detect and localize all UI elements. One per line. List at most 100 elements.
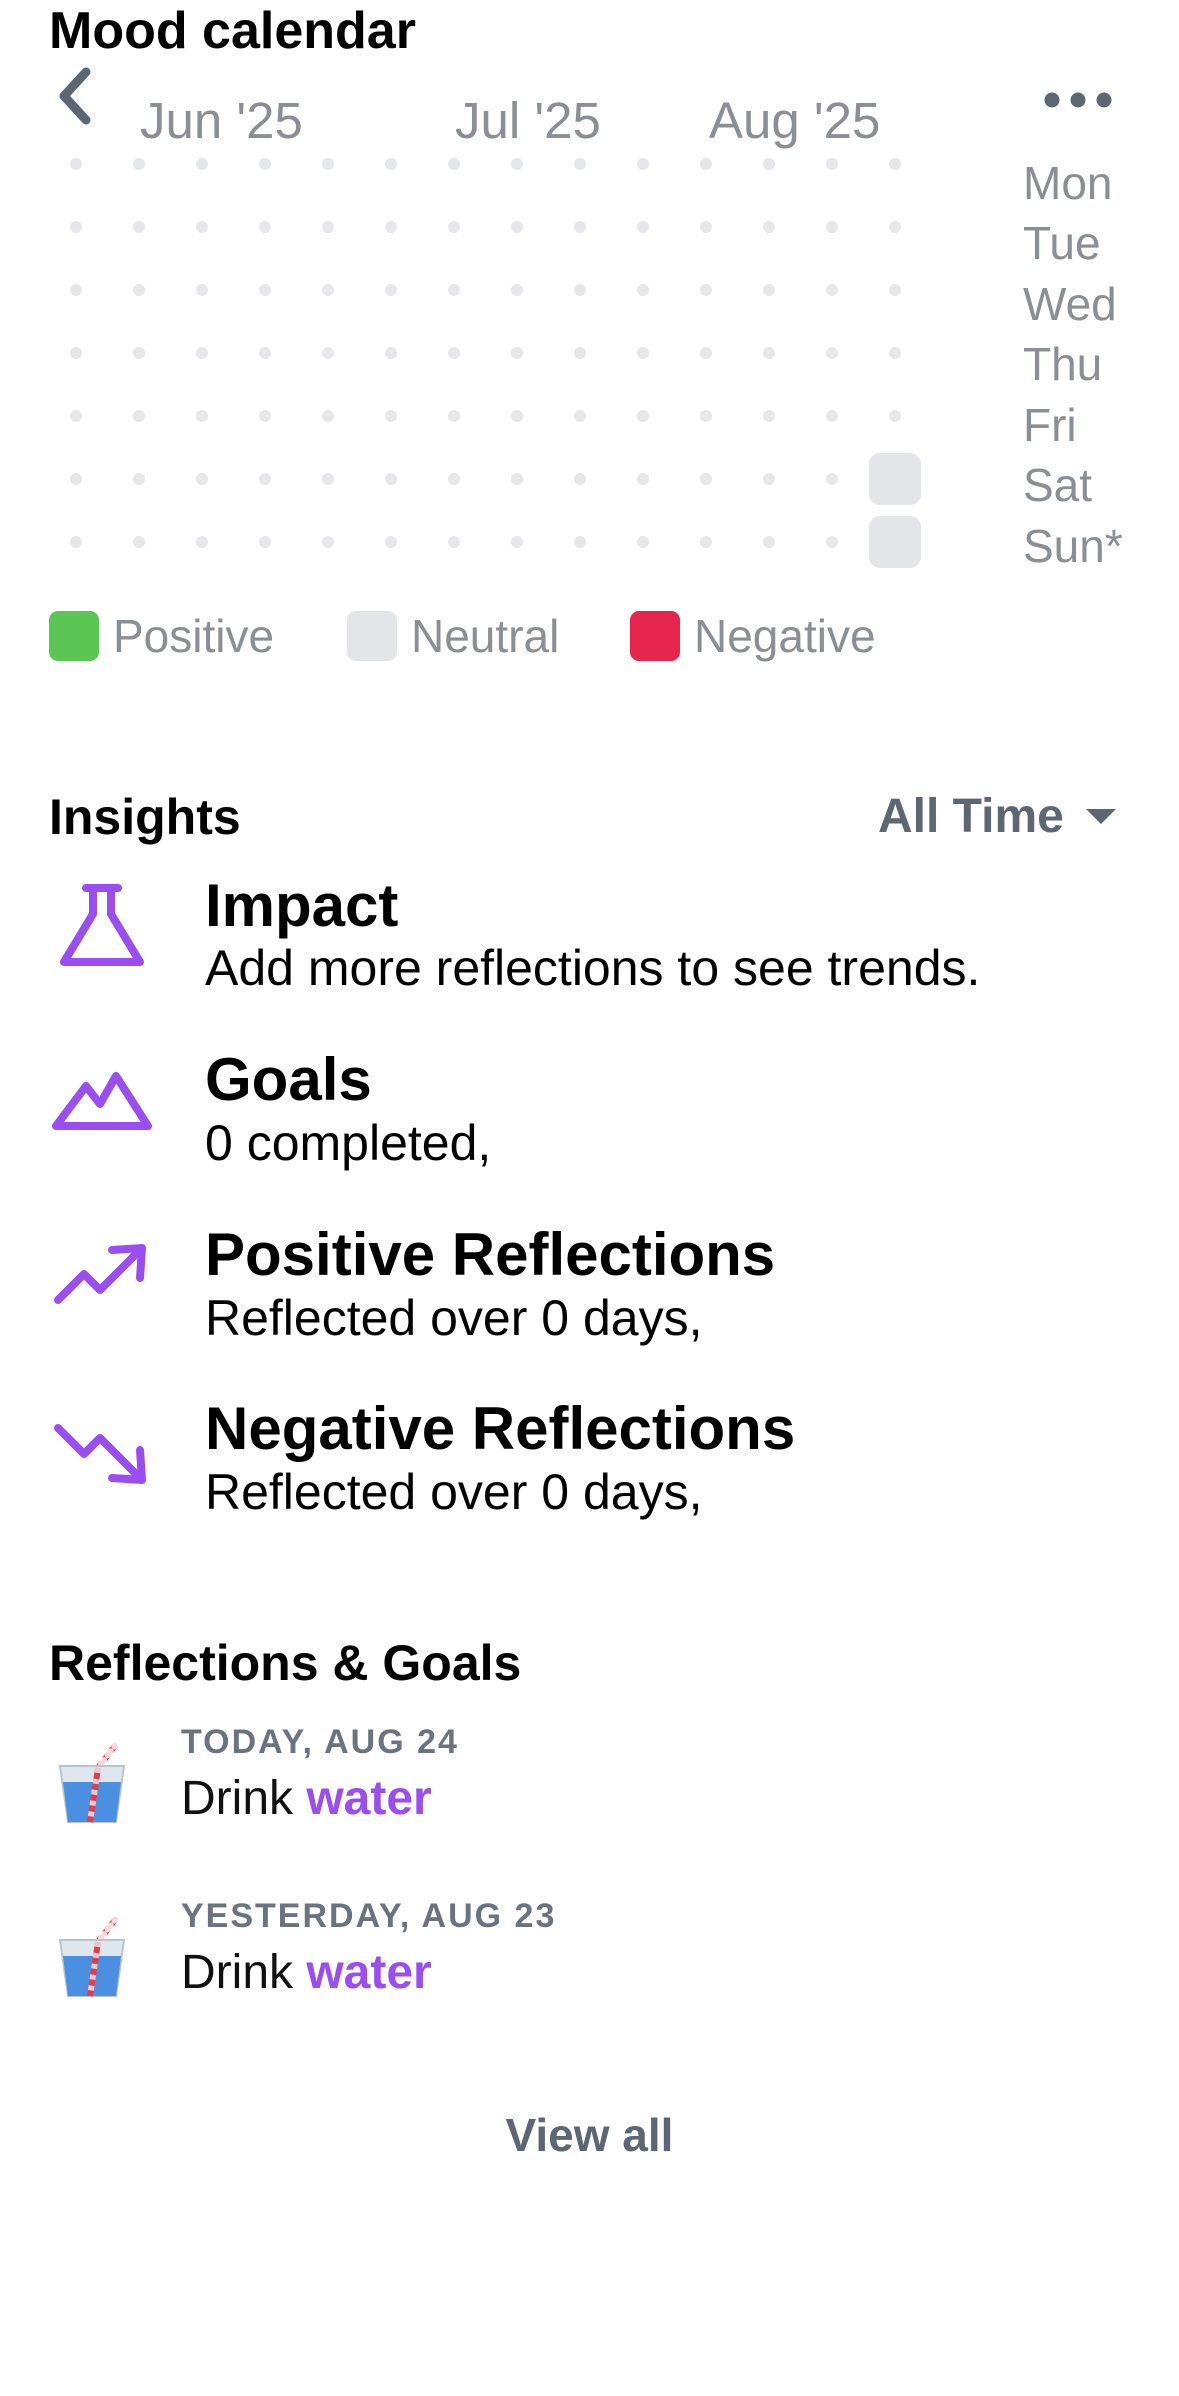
trending-down-icon [54,1424,146,1484]
mood-day-dot [259,536,271,548]
mood-day-dot [70,347,82,359]
mood-day-dot [385,158,397,170]
insight-subtitle-impact: Add more reflections to see trends. [205,940,981,996]
mood-day-dot [574,284,586,296]
mood-day-dot [574,221,586,233]
mood-day-dot [637,410,649,422]
day-label-wed: Wed [1023,278,1117,330]
reflection-text-highlight: water [306,1772,432,1825]
mood-day-dot [133,473,145,485]
mood-calendar-title: Mood calendar [49,2,416,60]
mood-day-dot [889,221,901,233]
mood-day-dot [511,410,523,422]
mood-day-dot [196,284,208,296]
mood-day-dot [511,221,523,233]
mood-day-dot [826,158,838,170]
mood-day-dot [889,158,901,170]
mood-day-dot [826,473,838,485]
time-range-label: All Time [878,789,1064,843]
mood-day-dot [322,536,334,548]
day-label-sun: Sun* [1023,520,1123,572]
mood-day-dot [196,158,208,170]
trending-up-icon [54,1244,146,1304]
reflection-item[interactable]: TODAY, AUG 24 Drink water [0,1720,1179,1870]
mood-day-dot [322,158,334,170]
mood-day-dot [763,473,775,485]
day-label-mon: Mon [1023,157,1113,209]
insight-title-negative: Negative Reflections [205,1395,796,1462]
mood-day-dot [574,347,586,359]
mood-day-dot [385,536,397,548]
legend-positive: Positive [49,610,274,662]
day-label-sat: Sat [1023,459,1093,511]
mood-day-dot [511,284,523,296]
mood-day-dot [700,284,712,296]
mood-day-dot [133,158,145,170]
mood-day-dot [385,410,397,422]
month-label-jul: Jul '25 [455,92,601,149]
mood-day-dot [826,347,838,359]
mood-day-dot [259,158,271,170]
mood-day-dot [574,410,586,422]
mood-day-dot [826,410,838,422]
mood-day-dot [511,347,523,359]
legend-swatch-neutral [347,611,397,661]
mood-day-dot [700,536,712,548]
mood-day-dot [70,221,82,233]
day-label-fri: Fri [1023,399,1077,451]
mood-day-dot [196,410,208,422]
mood-day-dot [700,221,712,233]
cup-with-straw-icon [58,1739,126,1823]
legend-swatch-positive [49,611,99,661]
mood-day-dot [511,536,523,548]
insight-subtitle-negative: Reflected over 0 days, [205,1464,703,1520]
mood-day-dot [826,536,838,548]
reflection-text: Drink water [181,1942,432,2004]
legend-label-positive: Positive [113,610,275,662]
mood-day-dot [448,284,460,296]
mood-day-dot [322,410,334,422]
view-all-link[interactable]: View all [0,2105,1179,2165]
mood-day-dot [448,473,460,485]
reflection-text: Drink water [181,1768,432,1830]
time-range-dropdown[interactable]: All Time [878,786,1116,846]
mood-day-dot [889,347,901,359]
insight-subtitle-goals: 0 completed, [205,1115,492,1171]
mood-day-dot [700,410,712,422]
mood-day-dot [448,347,460,359]
mood-day-cell[interactable] [869,453,921,505]
mood-day-dot [574,158,586,170]
mood-day-dot [133,536,145,548]
more-options-icon[interactable] [1036,80,1120,120]
mood-day-dot [259,473,271,485]
legend-label-negative: Negative [694,610,876,662]
mood-day-dot [385,347,397,359]
insight-subtitle-positive: Reflected over 0 days, [205,1290,703,1346]
mood-day-cell[interactable] [869,516,921,568]
mood-day-dot [889,410,901,422]
mood-day-dot [133,347,145,359]
mood-day-dot [826,221,838,233]
legend-label-neutral: Neutral [411,610,560,662]
mood-day-dot [700,158,712,170]
mood-day-dot [763,158,775,170]
mood-day-dot [70,410,82,422]
reflection-text-highlight: water [306,1946,432,1999]
chevron-left-icon[interactable] [50,62,110,142]
insights-heading: Insights [49,789,241,845]
mood-day-dot [448,410,460,422]
reflection-text-prefix: Drink [181,1772,307,1825]
mood-day-dot [574,473,586,485]
mood-day-dot [700,473,712,485]
mood-day-dot [448,158,460,170]
mood-day-dot [133,221,145,233]
mood-day-dot [322,347,334,359]
flask-icon [60,884,144,966]
month-label-jun: Jun '25 [140,92,303,149]
mood-day-dot [70,536,82,548]
mood-day-dot [637,347,649,359]
mood-day-dot [259,284,271,296]
reflection-item[interactable]: YESTERDAY, AUG 23 Drink water [0,1894,1179,2044]
mood-day-dot [763,284,775,296]
mood-day-dot [70,284,82,296]
